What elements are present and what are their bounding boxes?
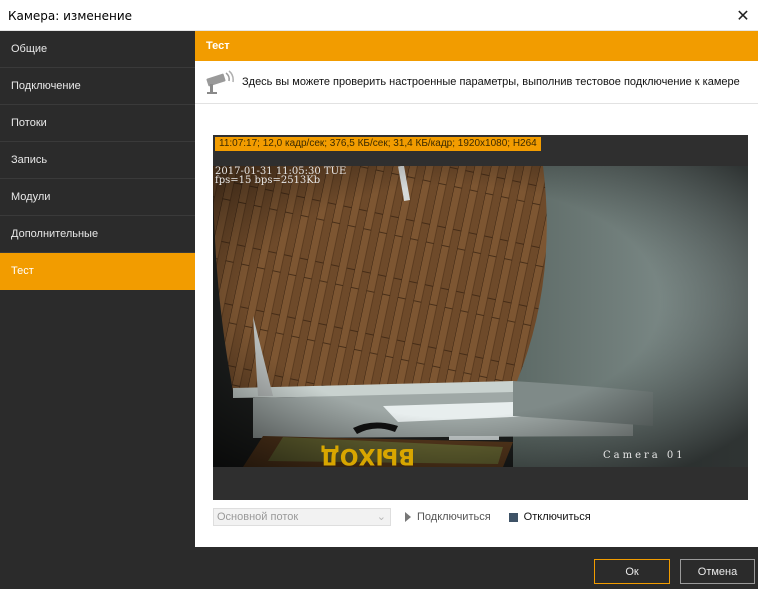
disconnect-label: Отключиться [523, 511, 591, 523]
sidebar-item-modules[interactable]: Модули [0, 179, 195, 216]
sidebar: Общие Подключение Потоки Запись Модули Д… [0, 31, 195, 547]
connect-button[interactable]: Подключиться [405, 511, 491, 523]
footer-bar: Ок Отмена [0, 547, 758, 589]
sidebar-item-advanced[interactable]: Дополнительные [0, 216, 195, 253]
osd-bitrate: fps=15 bps=2513Kb [215, 175, 321, 186]
security-camera-icon [206, 70, 234, 94]
camera-frame: ВЫХОД 2017-01-31 11:05:30 TUE fps=15 bps… [213, 166, 748, 467]
sidebar-item-general[interactable]: Общие [0, 31, 195, 68]
section-header: Тест [195, 31, 758, 61]
sidebar-item-recording[interactable]: Запись [0, 142, 195, 179]
stream-select[interactable]: Основной поток ⌄ [213, 508, 391, 526]
info-text: Здесь вы можете проверить настроенные па… [242, 76, 740, 88]
disconnect-button[interactable]: Отключиться [508, 511, 591, 523]
sidebar-item-label: Тест [11, 265, 34, 277]
stop-icon [508, 512, 518, 522]
info-row: Здесь вы можете проверить настроенные па… [195, 61, 758, 104]
sidebar-item-connection[interactable]: Подключение [0, 68, 195, 105]
title-bar: Камера: изменение ✕ [0, 0, 758, 31]
sidebar-item-label: Подключение [11, 80, 81, 92]
sidebar-item-test[interactable]: Тест [0, 253, 195, 290]
play-icon [405, 512, 411, 522]
video-preview: 11:07:17; 12,0 кадр/сек; 376,5 КБ/сек; 3… [213, 135, 748, 500]
stream-controls: Основной поток ⌄ Подключиться Отключитьс… [213, 507, 748, 527]
stream-select-value: Основной поток [217, 511, 299, 523]
content-panel: Тест Здесь вы можете проверить настроенн… [195, 31, 758, 547]
close-icon[interactable]: ✕ [728, 0, 758, 31]
sidebar-item-streams[interactable]: Потоки [0, 105, 195, 142]
sidebar-item-label: Потоки [11, 117, 47, 129]
sidebar-item-label: Общие [11, 43, 48, 55]
camera-image: ВЫХОД [213, 166, 748, 467]
chevron-down-icon: ⌄ [376, 511, 386, 523]
osd-camera-name: Camera 01 [603, 450, 686, 461]
ok-button[interactable]: Ок [594, 559, 670, 584]
cancel-button[interactable]: Отмена [680, 559, 755, 584]
window-title: Камера: изменение [8, 9, 133, 23]
exit-sign-text: ВЫХОД [320, 443, 415, 467]
stream-stats: 11:07:17; 12,0 кадр/сек; 376,5 КБ/сек; 3… [215, 137, 541, 151]
connect-label: Подключиться [417, 511, 491, 523]
sidebar-item-label: Модули [11, 191, 51, 203]
sidebar-item-label: Запись [11, 154, 48, 166]
sidebar-item-label: Дополнительные [11, 228, 99, 240]
